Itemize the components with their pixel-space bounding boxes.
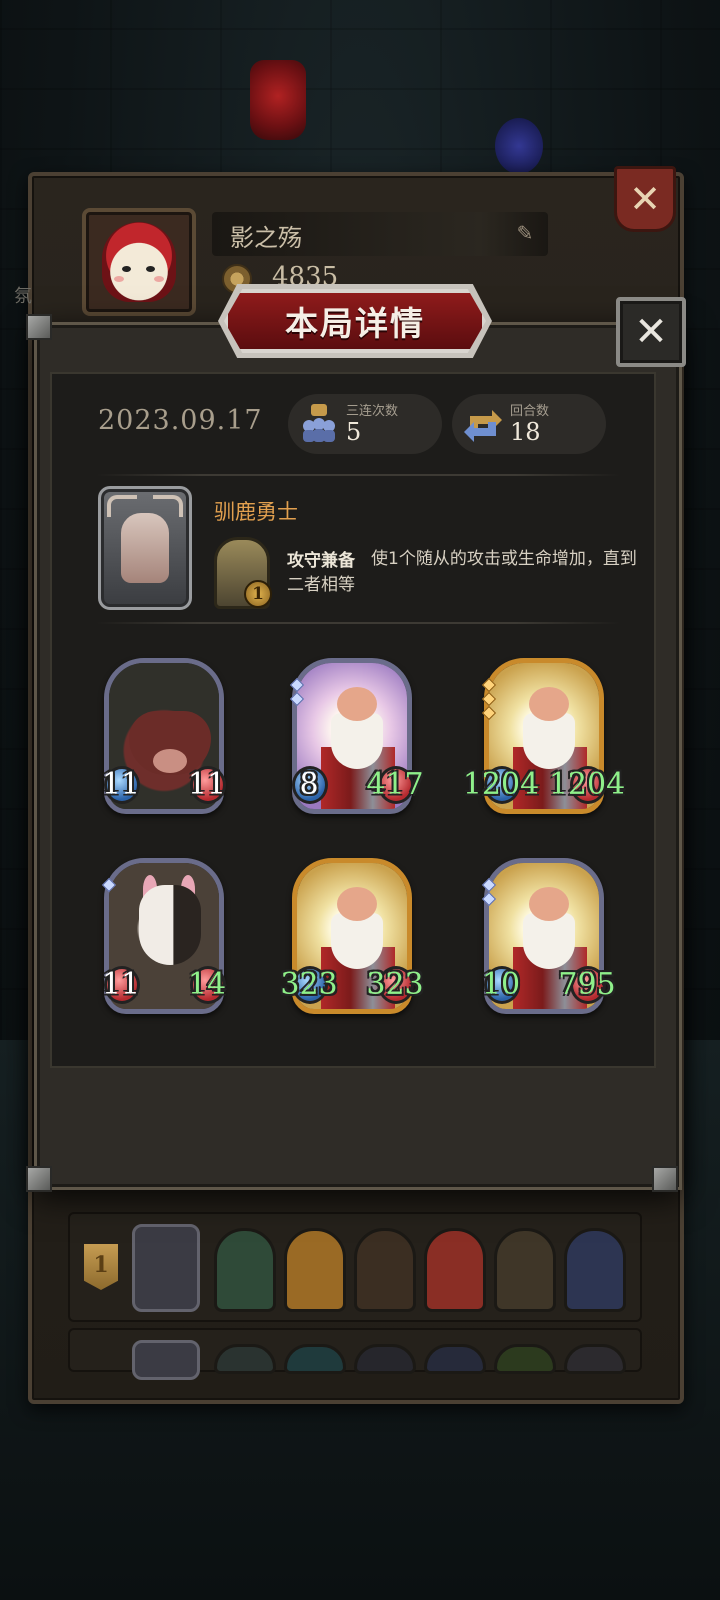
rank-badge: 1 <box>84 1244 118 1290</box>
minion-thumbnail <box>494 1344 556 1374</box>
dwarf-head <box>529 887 569 921</box>
hero-thumbnail <box>132 1340 200 1380</box>
profile-close-button[interactable]: ✕ <box>614 166 676 232</box>
minion-health: 14 <box>187 967 227 1002</box>
minion-attack: 323 <box>280 967 338 1002</box>
triple-count-value: 5 <box>346 418 362 446</box>
avatar-blush <box>154 276 164 282</box>
avatar-portrait <box>102 222 176 302</box>
edit-name-icon[interactable]: ✎ <box>514 222 536 244</box>
dwarf-beard <box>523 713 575 769</box>
minion-thumbnail <box>424 1228 486 1312</box>
antler-decoration <box>153 495 183 517</box>
minion-attack: 1204 <box>462 767 540 802</box>
player-avatar[interactable] <box>82 208 196 316</box>
player-name: 影之殇 <box>230 224 302 252</box>
hero-portrait[interactable] <box>98 486 192 610</box>
dwarf-head <box>337 687 377 721</box>
avatar-eye <box>146 266 155 272</box>
divider <box>96 622 620 624</box>
reindeer-face <box>121 513 169 583</box>
hero-thumbnail <box>132 1224 200 1312</box>
avatar-blush <box>114 276 124 282</box>
minion-health: 323 <box>366 967 424 1002</box>
minion-thumbnail <box>564 1228 626 1312</box>
minion-health: 11 <box>187 767 227 802</box>
panel-corner <box>652 1166 678 1192</box>
panel-corner <box>26 314 52 340</box>
minion-thumbnail <box>284 1228 346 1312</box>
rounds-value: 18 <box>510 418 541 446</box>
close-button[interactable]: ✕ <box>616 297 686 367</box>
leaderboard-row[interactable]: 1 <box>68 1212 642 1322</box>
title-banner: 本局详情 <box>224 289 486 353</box>
minion-attack: 8 <box>299 767 319 802</box>
hero-power-name: 攻守兼备 <box>287 551 355 571</box>
leaderboard-row[interactable] <box>68 1328 642 1380</box>
dialog-title: 本局详情 <box>285 304 425 343</box>
dwarf-beard <box>523 913 575 969</box>
triple-icon <box>298 402 340 446</box>
dwarf-head <box>337 887 377 921</box>
red-lantern-decoration <box>250 60 306 140</box>
triple-count-label: 三连次数 <box>346 404 399 419</box>
blue-lantern-decoration <box>495 118 543 174</box>
minion-health: 417 <box>366 767 424 802</box>
minion-attack: 10 <box>481 967 521 1002</box>
triple-count-stat: 三连次数 5 <box>288 394 442 454</box>
dwarf-head <box>529 687 569 721</box>
minion-health: 1204 <box>548 767 626 802</box>
hero-name: 驯鹿勇士 <box>214 500 298 524</box>
dwarf-beard <box>331 913 383 969</box>
side-hint-text: 氛 <box>14 286 32 307</box>
panel-corner <box>26 1166 52 1192</box>
minion-thumbnail <box>424 1344 486 1374</box>
divider <box>96 474 620 476</box>
rounds-stat: 回合数 18 <box>452 394 606 454</box>
minion-thumbnail <box>214 1228 276 1312</box>
mask-face <box>139 885 201 965</box>
rounds-icon <box>462 402 504 446</box>
minion-thumbnail <box>564 1344 626 1374</box>
minion-thumbnail <box>354 1344 416 1374</box>
minion-health: 795 <box>558 967 616 1002</box>
minion-thumbnail <box>494 1228 556 1312</box>
rounds-label: 回合数 <box>510 404 550 419</box>
minion-thumbnail <box>284 1344 346 1374</box>
minion-thumbnail <box>354 1228 416 1312</box>
avatar-eye <box>122 266 131 272</box>
minion-thumbnail <box>214 1344 276 1374</box>
minion-attack: 11 <box>101 767 141 802</box>
dwarf-beard <box>331 713 383 769</box>
minion-attack: 11 <box>101 967 141 1002</box>
hero-power-level: 1 <box>244 580 272 608</box>
match-date: 2023.09.17 <box>98 405 263 436</box>
